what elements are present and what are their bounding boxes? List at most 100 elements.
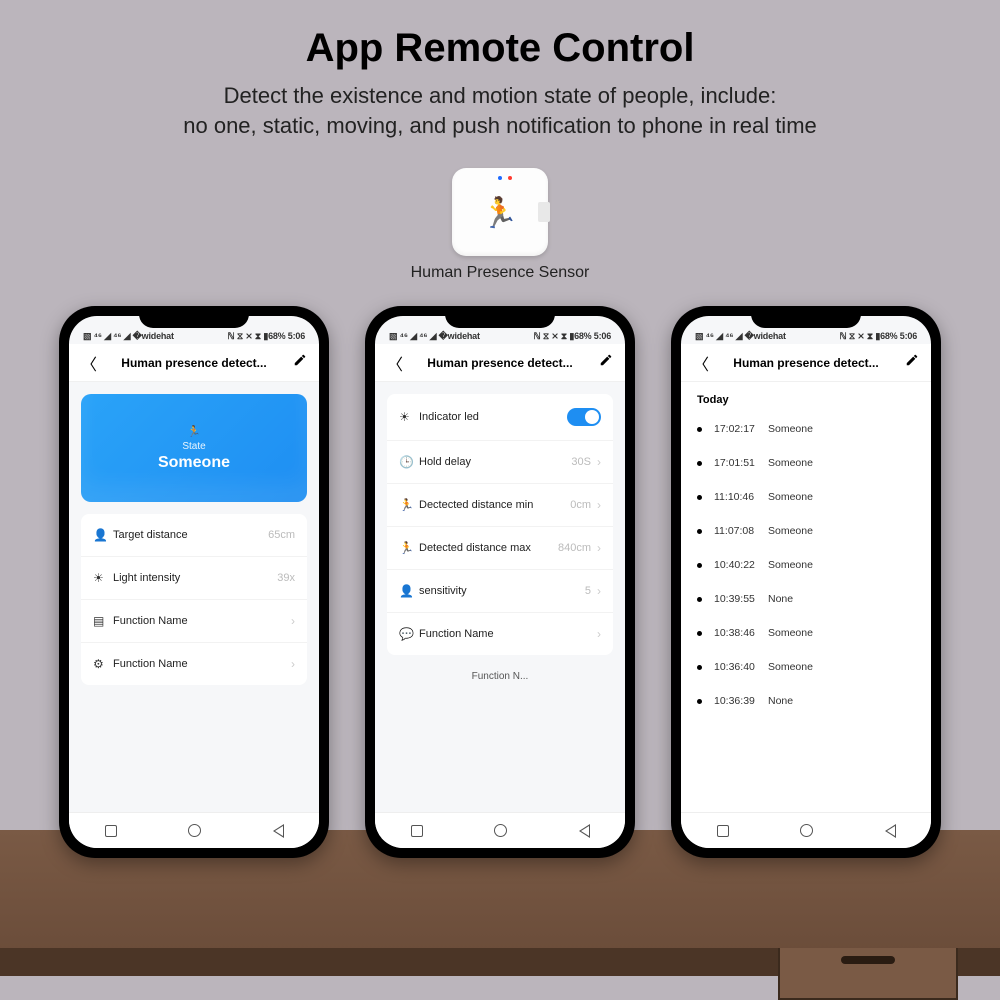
edit-icon[interactable] bbox=[595, 353, 613, 372]
event-state: Someone bbox=[768, 525, 813, 537]
row-value: 5 bbox=[585, 585, 591, 597]
list-item[interactable]: 👤sensitivity5› bbox=[387, 570, 613, 613]
footer-label: Function N... bbox=[375, 655, 625, 698]
event-time: 10:36:40 bbox=[714, 661, 768, 673]
state-card: 🏃 State Someone bbox=[81, 394, 307, 502]
bullet-icon bbox=[697, 665, 702, 670]
person-icon: 👤 bbox=[93, 528, 113, 542]
state-value: Someone bbox=[158, 454, 230, 472]
row-label: Dectected distance min bbox=[419, 499, 570, 511]
event-row: 10:36:40Someone bbox=[681, 650, 931, 684]
event-state: None bbox=[768, 695, 793, 707]
event-row: 10:40:22Someone bbox=[681, 548, 931, 582]
phone-2: ▧ ⁴⁶ ◢ ⁴⁶ ◢ �widehat ℕ ⧖ ⨯ ⧗ ▮68% 5:06 〈… bbox=[365, 306, 635, 858]
run-icon: 🏃 bbox=[399, 498, 419, 512]
bullet-icon bbox=[697, 529, 702, 534]
bullet-icon bbox=[697, 427, 702, 432]
list-item[interactable]: 🏃Detected distance max840cm› bbox=[387, 527, 613, 570]
list-item: 👤Target distance65cm bbox=[81, 514, 307, 557]
chevron-right-icon: › bbox=[597, 498, 601, 512]
android-nav[interactable] bbox=[69, 812, 319, 848]
bulb-icon: ☀ bbox=[399, 410, 419, 424]
back-nav-icon[interactable] bbox=[272, 824, 283, 838]
settings-list: ☀Indicator led🕒Hold delay30S›🏃Dectected … bbox=[387, 394, 613, 655]
app-title: Human presence detect... bbox=[99, 356, 289, 370]
home-icon[interactable] bbox=[800, 824, 813, 837]
app-title: Human presence detect... bbox=[405, 356, 595, 370]
row-label: Function Name bbox=[113, 615, 285, 627]
back-icon[interactable]: 〈 bbox=[81, 351, 99, 375]
run-icon: 🏃 bbox=[187, 425, 201, 438]
status-bar: ▧ ⁴⁶ ◢ ⁴⁶ ◢ �widehat ℕ ⧖ ⨯ ⧗ ▮68% 5:06 bbox=[69, 316, 319, 344]
phone-3: ▧ ⁴⁶ ◢ ⁴⁶ ◢ �widehat ℕ ⧖ ⨯ ⧗ ▮68% 5:06 〈… bbox=[671, 306, 941, 858]
recent-icon[interactable] bbox=[105, 825, 117, 837]
bullet-icon bbox=[697, 495, 702, 500]
clock-icon: 🕒 bbox=[399, 455, 419, 469]
home-icon[interactable] bbox=[494, 824, 507, 837]
list-item[interactable]: ▤Function Name › bbox=[81, 600, 307, 643]
doc-icon: ▤ bbox=[93, 614, 113, 628]
back-icon[interactable]: 〈 bbox=[693, 351, 711, 375]
event-row: 11:07:08Someone bbox=[681, 514, 931, 548]
event-time: 11:10:46 bbox=[714, 491, 768, 503]
event-state: Someone bbox=[768, 627, 813, 639]
recent-icon[interactable] bbox=[411, 825, 423, 837]
settings-list: 👤Target distance65cm☀Light intensity39x▤… bbox=[81, 514, 307, 685]
edit-icon[interactable] bbox=[901, 353, 919, 372]
event-row: 11:10:46Someone bbox=[681, 480, 931, 514]
row-label: Indicator led bbox=[419, 411, 567, 423]
event-state: Someone bbox=[768, 423, 813, 435]
chevron-right-icon: › bbox=[597, 541, 601, 555]
row-label: Function Name bbox=[113, 658, 285, 670]
chat-icon: 💬 bbox=[399, 627, 419, 641]
app-title: Human presence detect... bbox=[711, 356, 901, 370]
bullet-icon bbox=[697, 597, 702, 602]
back-icon[interactable]: 〈 bbox=[387, 351, 405, 375]
event-time: 11:07:08 bbox=[714, 525, 768, 537]
event-row: 10:39:55None bbox=[681, 582, 931, 616]
event-row: 17:01:51Someone bbox=[681, 446, 931, 480]
event-time: 10:40:22 bbox=[714, 559, 768, 571]
android-nav[interactable] bbox=[375, 812, 625, 848]
row-label: Hold delay bbox=[419, 456, 571, 468]
gear-icon: ⚙ bbox=[93, 657, 113, 671]
row-value: 39x bbox=[277, 572, 295, 584]
event-list: 17:02:17Someone17:01:51Someone11:10:46So… bbox=[681, 412, 931, 718]
event-row: 10:38:46Someone bbox=[681, 616, 931, 650]
sensor-device-image: 🏃 bbox=[452, 168, 548, 256]
event-time: 10:39:55 bbox=[714, 593, 768, 605]
event-state: Someone bbox=[768, 491, 813, 503]
bullet-icon bbox=[697, 631, 702, 636]
event-row: 17:02:17Someone bbox=[681, 412, 931, 446]
list-item[interactable]: ⚙Function Name› bbox=[81, 643, 307, 685]
phone-1: ▧ ⁴⁶ ◢ ⁴⁶ ◢ �widehat ℕ ⧖ ⨯ ⧗ ▮68% 5:06 〈… bbox=[59, 306, 329, 858]
list-item[interactable]: 💬Function Name › bbox=[387, 613, 613, 655]
android-nav[interactable] bbox=[681, 812, 931, 848]
row-value: 65cm bbox=[268, 529, 295, 541]
row-label: Function Name bbox=[419, 628, 591, 640]
event-state: None bbox=[768, 593, 793, 605]
recent-icon[interactable] bbox=[717, 825, 729, 837]
toggle-switch[interactable] bbox=[567, 408, 601, 426]
status-bar: ▧ ⁴⁶ ◢ ⁴⁶ ◢ �widehat ℕ ⧖ ⨯ ⧗ ▮68% 5:06 bbox=[375, 316, 625, 344]
light-icon: ☀ bbox=[93, 571, 113, 585]
row-value: 30S bbox=[571, 456, 591, 468]
chevron-right-icon: › bbox=[597, 627, 601, 641]
row-label: sensitivity bbox=[419, 585, 585, 597]
list-item[interactable]: 🕒Hold delay30S› bbox=[387, 441, 613, 484]
back-nav-icon[interactable] bbox=[578, 824, 589, 838]
event-state: Someone bbox=[768, 661, 813, 673]
list-item[interactable]: 🏃Dectected distance min0cm › bbox=[387, 484, 613, 527]
back-nav-icon[interactable] bbox=[884, 824, 895, 838]
chevron-right-icon: › bbox=[291, 614, 295, 628]
bullet-icon bbox=[697, 563, 702, 568]
list-item[interactable]: ☀Indicator led bbox=[387, 394, 613, 441]
event-state: Someone bbox=[768, 457, 813, 469]
row-value: 0cm bbox=[570, 499, 591, 511]
home-icon[interactable] bbox=[188, 824, 201, 837]
event-time: 10:36:39 bbox=[714, 695, 768, 707]
edit-icon[interactable] bbox=[289, 353, 307, 372]
row-label: Target distance bbox=[113, 529, 268, 541]
person-icon: 👤 bbox=[399, 584, 419, 598]
event-state: Someone bbox=[768, 559, 813, 571]
